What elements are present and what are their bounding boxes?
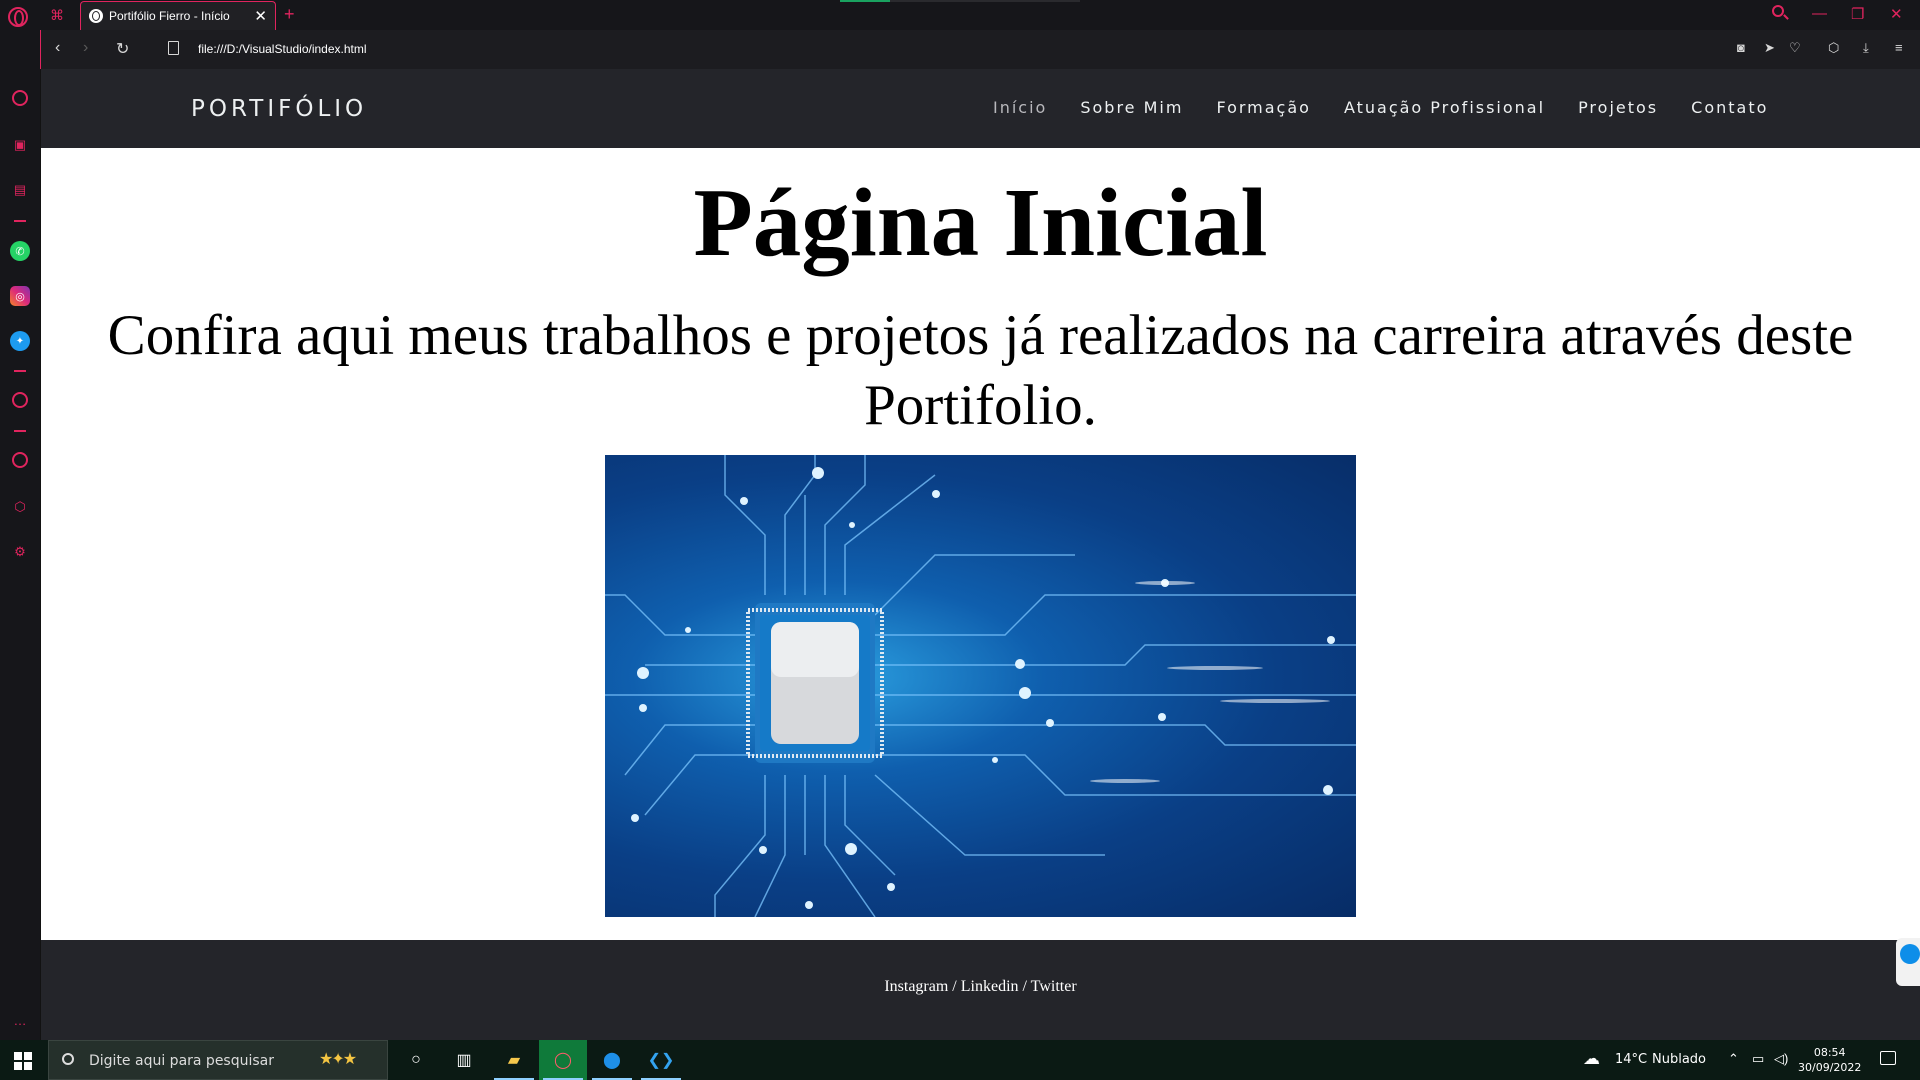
teamviewer-quick-tab[interactable] <box>1896 938 1920 986</box>
page-title: Página Inicial <box>693 169 1268 276</box>
settings-gear-icon[interactable]: ⚙ <box>10 542 30 562</box>
notification-center-icon[interactable] <box>1880 1051 1896 1065</box>
browser-tab-bar: ⌘ Portifólio Fierro - Início ✕ + — ❐ ✕ <box>0 0 1920 30</box>
circuit-illustration <box>605 455 1356 917</box>
site-header: PORTIFÓLIO Início Sobre Mim Formação Atu… <box>41 69 1920 148</box>
weather-description[interactable]: Nublado <box>1652 1052 1706 1067</box>
tab-title: Portifólio Fierro - Início <box>109 9 230 23</box>
search-tabs-icon[interactable] <box>1772 5 1784 17</box>
network-icon[interactable]: ▭ <box>1752 1051 1764 1067</box>
task-view-icon[interactable]: ▥ <box>440 1040 488 1080</box>
download-icon[interactable]: ⤓ <box>1863 40 1869 56</box>
globe-icon <box>89 9 103 23</box>
windows-taskbar: Digite aqui para pesquisar ★✦★ ○ ▥ ▰ ◯ ⬤… <box>0 1040 1920 1080</box>
sidebar-divider <box>14 220 26 222</box>
circuit-chip-image <box>605 455 1356 917</box>
heart-icon[interactable]: ♡ <box>1789 40 1801 56</box>
camera-icon[interactable]: ◙ <box>1737 40 1745 55</box>
main-nav: Início Sobre Mim Formação Atuação Profis… <box>993 98 1801 117</box>
browser-tab-active[interactable]: Portifólio Fierro - Início ✕ <box>80 1 276 30</box>
loading-track <box>890 0 1080 2</box>
more-options-icon[interactable]: … <box>10 1010 30 1030</box>
player-icon[interactable] <box>12 392 28 408</box>
sidebar-divider <box>14 370 26 372</box>
twitch-icon[interactable]: ▤ <box>10 180 30 200</box>
search-highlight-icon: ★✦★ <box>319 1051 357 1068</box>
address-bar: ‹ › ↻ file:///D:/VisualStudio/index.html… <box>40 30 1920 69</box>
teamviewer-taskbar-icon[interactable]: ⬤ <box>588 1040 636 1080</box>
bag-icon[interactable]: ▣ <box>10 135 30 155</box>
clock-date: 30/09/2022 <box>1798 1061 1862 1074</box>
file-explorer-icon[interactable]: ▰ <box>490 1040 538 1080</box>
page-viewport: PORTIFÓLIO Início Sobre Mim Formação Atu… <box>41 69 1920 1040</box>
close-tab-icon[interactable]: ✕ <box>254 7 267 25</box>
volume-icon[interactable]: ◁) <box>1774 1051 1788 1067</box>
menu-icon[interactable]: ≡ <box>1895 40 1903 55</box>
forward-icon[interactable]: › <box>83 39 88 57</box>
social-links[interactable]: Instagram / Linkedin / Twitter <box>41 978 1920 996</box>
windows-start-icon[interactable] <box>14 1052 32 1070</box>
page-icon <box>168 41 179 55</box>
whatsapp-icon[interactable]: ✆ <box>10 241 30 261</box>
restore-icon[interactable]: ❐ <box>1851 5 1864 23</box>
instagram-icon[interactable]: ◎ <box>10 286 30 306</box>
site-footer: Instagram / Linkedin / Twitter <box>41 940 1920 1040</box>
teamviewer-icon <box>1900 944 1920 964</box>
url-field[interactable]: file:///D:/VisualStudio/index.html <box>198 42 367 56</box>
nav-contato[interactable]: Contato <box>1691 98 1768 117</box>
loading-indicator <box>840 0 890 2</box>
back-icon[interactable]: ‹ <box>55 39 60 57</box>
nav-projetos[interactable]: Projetos <box>1578 98 1658 117</box>
send-icon[interactable]: ➤ <box>1764 40 1775 56</box>
opera-taskbar-icon[interactable]: ◯ <box>539 1040 587 1080</box>
search-placeholder: Digite aqui para pesquisar <box>89 1053 275 1069</box>
clock-time: 08:54 <box>1813 1046 1846 1059</box>
new-tab-button[interactable]: + <box>284 4 295 25</box>
gamepad-icon[interactable]: ⌘ <box>50 7 64 24</box>
nav-inicio[interactable]: Início <box>993 98 1047 117</box>
browser-sidebar: ▣ ▤ ✆ ◎ ✦ ⬡ ⚙ … <box>0 30 40 1040</box>
system-clock[interactable]: 08:54 30/09/2022 <box>1798 1045 1861 1075</box>
chevron-up-icon[interactable]: ⌃ <box>1728 1051 1739 1067</box>
sidebar-divider <box>14 430 26 432</box>
nav-formacao[interactable]: Formação <box>1216 98 1311 117</box>
cortana-icon[interactable]: ○ <box>392 1040 440 1080</box>
site-logo[interactable]: PORTIFÓLIO <box>191 96 367 122</box>
reload-icon[interactable]: ↻ <box>116 39 129 59</box>
close-window-icon[interactable]: ✕ <box>1890 5 1903 23</box>
weather-temperature[interactable]: 14°C <box>1615 1052 1647 1067</box>
nav-atuacao-profissional[interactable]: Atuação Profissional <box>1344 98 1545 117</box>
extensions-cube-icon[interactable]: ⬡ <box>10 497 30 517</box>
opera-menu-icon[interactable] <box>8 7 28 27</box>
nav-sobre-mim[interactable]: Sobre Mim <box>1080 98 1183 117</box>
cube-icon[interactable]: ⬡ <box>1828 40 1839 56</box>
page-subtitle: Confira aqui meus trabalhos e projetos j… <box>107 304 1854 437</box>
twitter-icon[interactable]: ✦ <box>10 331 30 351</box>
speed-dial-icon[interactable] <box>12 90 28 106</box>
history-icon[interactable] <box>12 452 28 468</box>
cloud-icon[interactable]: ☁ <box>1583 1049 1600 1069</box>
search-icon <box>62 1053 74 1065</box>
taskbar-search-box[interactable]: Digite aqui para pesquisar ★✦★ <box>48 1040 388 1080</box>
minimize-icon[interactable]: — <box>1812 5 1827 22</box>
vscode-taskbar-icon[interactable]: ❮❯ <box>637 1040 685 1080</box>
